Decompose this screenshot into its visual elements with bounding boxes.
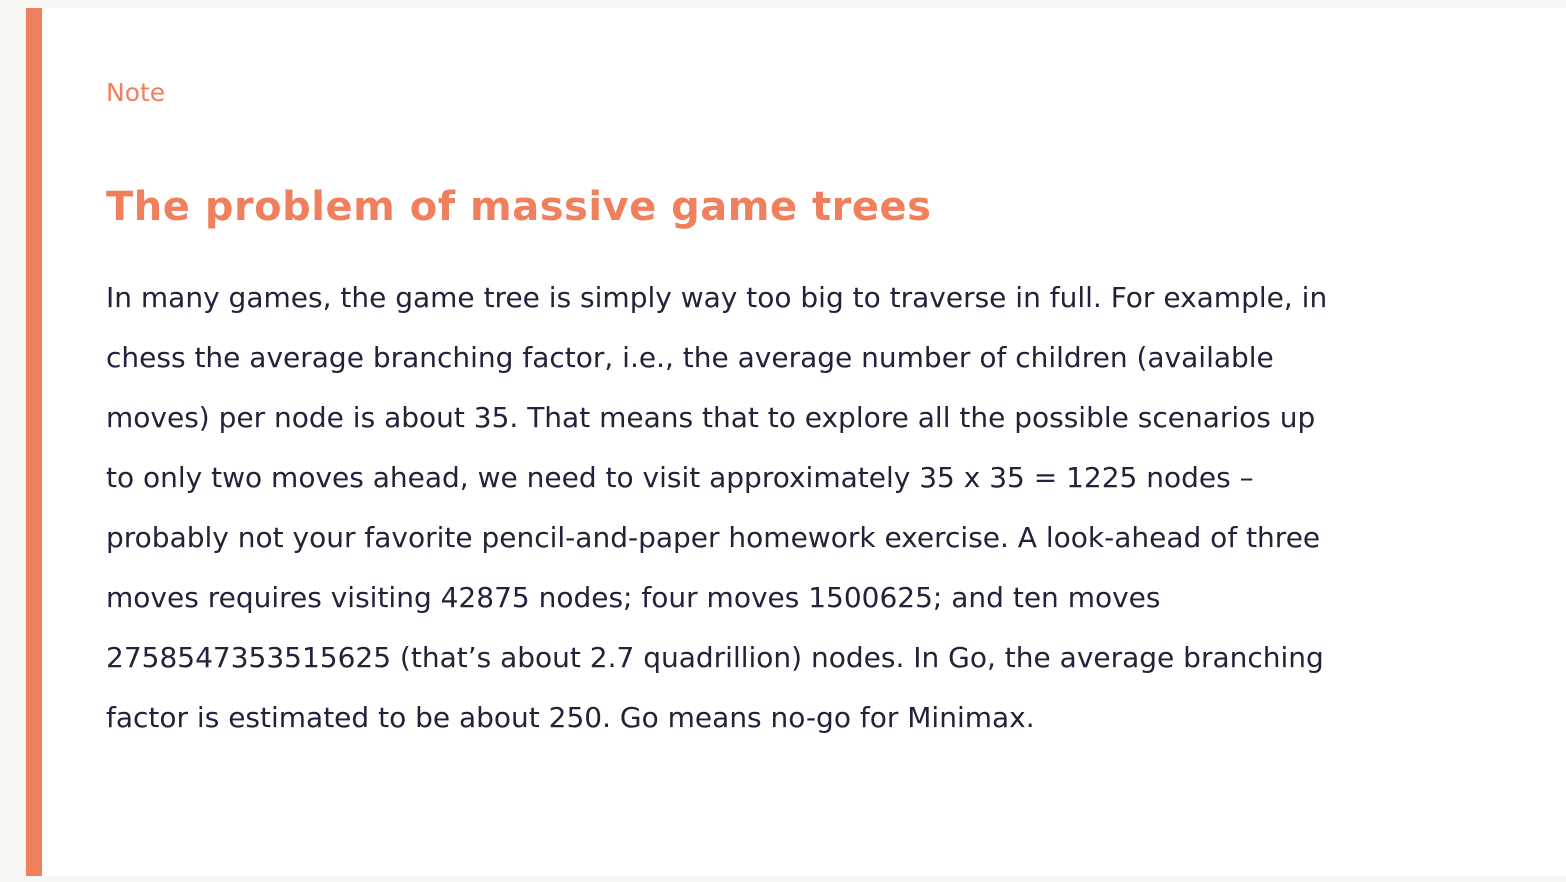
note-body: In many games, the game tree is simply w… [106,268,1526,748]
note-title: The problem of massive game trees [106,184,932,230]
note-body-line: factor is estimated to be about 250. Go … [106,701,1035,734]
note-callout: Note The problem of massive game trees I… [26,8,1566,876]
note-body-line: chess the average branching factor, i.e.… [106,341,1274,374]
note-body-line: probably not your favorite pencil-and-pa… [106,521,1321,554]
note-body-line: moves requires visiting 42875 nodes; fou… [106,581,1161,614]
note-body-line: 2758547353515625 (that’s about 2.7 quadr… [106,641,1324,674]
note-body-line: In many games, the game tree is simply w… [106,281,1328,314]
note-body-line: moves) per node is about 35. That means … [106,401,1316,434]
note-body-line: to only two moves ahead, we need to visi… [106,461,1254,494]
note-label: Note [106,78,166,107]
note-accent-bar [26,8,42,876]
